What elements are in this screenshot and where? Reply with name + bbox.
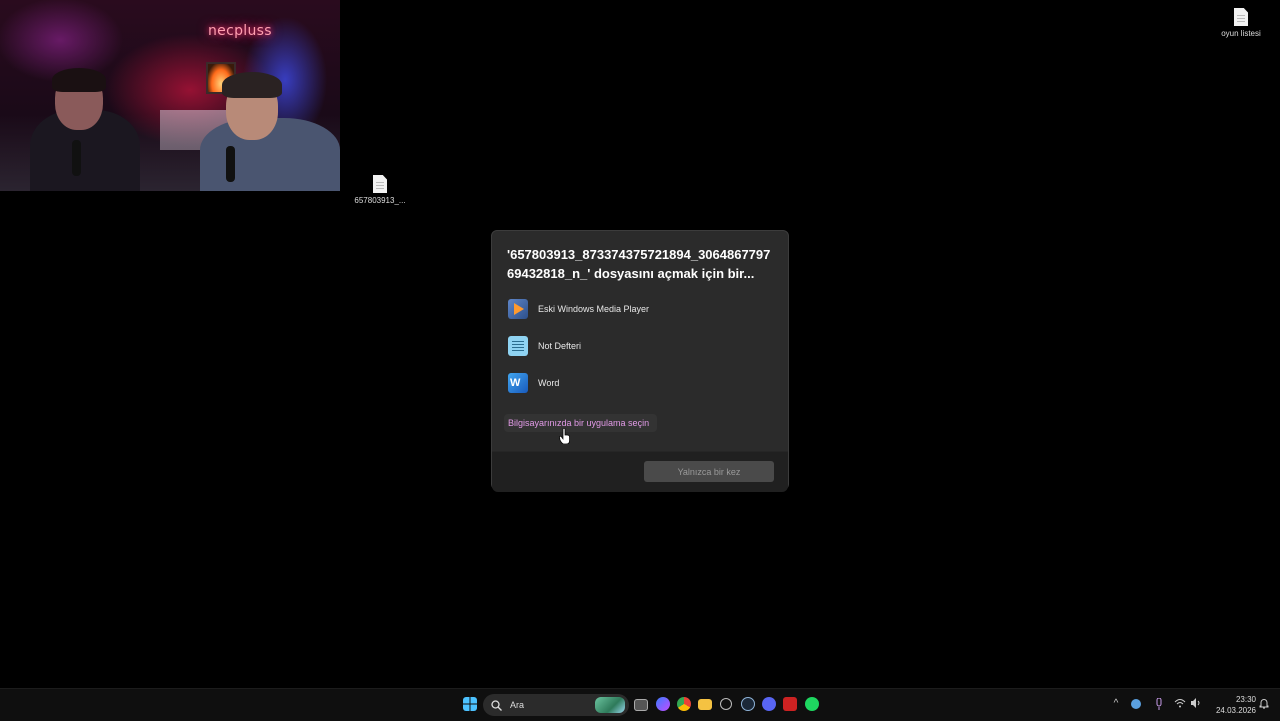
windows-media-player-icon [508, 299, 528, 319]
discord-icon[interactable] [762, 697, 776, 711]
spotify-icon[interactable] [805, 697, 819, 711]
desktop-file-label: 657803913_... [354, 196, 406, 205]
app-option-label: Not Defteri [538, 341, 582, 351]
chrome-icon[interactable] [677, 697, 691, 711]
start-icon[interactable] [463, 697, 477, 711]
app-option-media-player[interactable]: Eski Windows Media Player [508, 297, 649, 321]
search-highlight-image [595, 697, 625, 713]
clock-app-icon[interactable] [720, 698, 732, 710]
dialog-footer: Yalnızca bir kez [492, 451, 788, 492]
desktop-file-icon[interactable]: 657803913_... [350, 175, 410, 205]
microphone-icon[interactable] [1153, 697, 1165, 710]
app-option-notepad[interactable]: Not Defteri [508, 334, 581, 358]
task-view-icon[interactable] [634, 699, 648, 711]
just-once-button[interactable]: Yalnızca bir kez [644, 461, 774, 482]
show-hidden-icons-chevron-icon[interactable]: ^ [1110, 698, 1122, 710]
person-right-hair [222, 72, 282, 98]
desktop-game-list-label: oyun listesi [1221, 29, 1261, 38]
notepad-icon [508, 336, 528, 356]
search-placeholder: Ara [510, 700, 525, 710]
steam-icon[interactable] [741, 697, 755, 711]
microphone-right [226, 146, 235, 182]
taskbar-clock[interactable]: 23:30 24.03.2026 [1208, 694, 1256, 716]
app-option-label: Eski Windows Media Player [538, 304, 650, 314]
desktop-game-list-icon[interactable]: oyun listesi [1211, 8, 1271, 38]
notification-bell-icon[interactable] [1258, 698, 1270, 710]
game-launcher-icon[interactable] [783, 697, 797, 711]
app-option-label: Word [538, 378, 560, 388]
clock-time: 23:30 [1235, 695, 1256, 704]
person-left-hair [52, 68, 106, 92]
clock-date: 24.03.2026 [1215, 706, 1256, 715]
taskbar: Ara ^ 23:30 24.03.2026 [0, 688, 1280, 721]
word-icon: W [508, 373, 528, 393]
webcam-overlay: necpluss [0, 0, 340, 191]
onedrive-icon[interactable] [1131, 699, 1141, 709]
taskbar-search[interactable]: Ara [483, 694, 629, 716]
wifi-icon[interactable] [1174, 698, 1186, 710]
text-file-icon [1234, 8, 1248, 26]
neon-sign: necpluss [208, 23, 272, 39]
dialog-title: '657803913_873374375721894_3064867797694… [507, 247, 771, 281]
open-with-dialog: '657803913_873374375721894_3064867797694… [491, 230, 789, 492]
file-explorer-icon[interactable] [698, 699, 712, 710]
copilot-icon[interactable] [656, 697, 670, 711]
choose-app-link[interactable]: Bilgisayarınızda bir uygulama seçin [504, 414, 658, 432]
microphone-left [72, 140, 81, 176]
hand-cursor-icon [559, 428, 570, 444]
volume-icon[interactable] [1190, 698, 1202, 710]
app-option-word[interactable]: W Word [508, 371, 559, 395]
file-icon [373, 175, 387, 193]
search-icon [491, 699, 502, 711]
